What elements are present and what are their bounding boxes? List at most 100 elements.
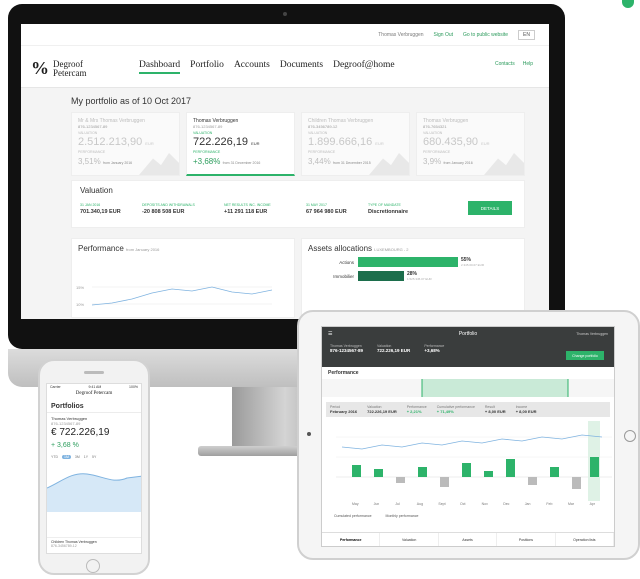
legend-cumulated: Cumulated performance [334,514,372,518]
month-bar [572,477,581,489]
tablet-menu-icon[interactable]: ☰ [328,331,332,337]
public-website-link[interactable]: Go to public website [463,32,508,38]
month-bar [418,467,427,477]
month-bar [484,471,493,477]
range-tabs: YTD 1M 3M 1Y 5Y [47,452,141,462]
phone-page-title: Portfolios [47,401,141,413]
range-tab[interactable]: 3M [75,455,80,459]
month-label: Feb [546,502,552,506]
tablet-screen: ☰ Portfolio Thomas Verbruggen Thomas Ver… [321,326,615,547]
tablet-user[interactable]: Thomas Verbruggen [576,332,608,336]
portfolio-title: My portfolio as of 10 Oct 2017 [71,96,192,106]
mobile-phone: Carrier 9:41 AM 100% Degroof Petercam Port… [38,359,150,575]
assets-title: Assets allocations [308,244,373,253]
month-label: Nov [482,502,488,506]
tab-performance[interactable]: Performance [322,533,381,546]
month-label: Mar [568,502,575,506]
month-bar [528,477,537,485]
nav-dashboard[interactable]: Dashboard [139,60,181,74]
language-select[interactable]: EN [518,29,535,40]
phone-logo: Degroof Petercam [75,391,113,396]
month-labels: May Jun Jul Aug Sept Oct Nov Dec Jan Feb Mar Apr [352,502,596,506]
nav-degroof-home[interactable]: Degroof@home [333,60,395,74]
month-bar [352,465,361,477]
month-label: Jun [374,502,380,506]
main-nav: Dashboard Portfolio Accounts Documents D… [139,60,395,74]
next-account-row[interactable]: Children Thomas Verbruggen 876-3456789-1… [47,537,141,553]
portfolio-card[interactable]: Mr & Mrs Thomas Verbruggen 876-1234567-8… [71,112,180,176]
home-button[interactable] [86,559,100,573]
tablet-device: ☰ Portfolio Thomas Verbruggen Thomas Ver… [297,310,640,560]
tab-assets[interactable]: Assets [439,533,498,546]
nav-documents[interactable]: Documents [280,60,323,74]
portfolio-cards: Mr & Mrs Thomas Verbruggen 876-1234567-8… [71,112,525,176]
phone-speaker [84,371,104,374]
month-bar [440,477,449,487]
tablet-title: Portfolio [458,331,478,337]
valuation-title: Valuation [80,186,113,195]
asset-bar [358,257,458,267]
logo-line2: Petercam [53,67,87,78]
period-selector[interactable] [322,379,615,397]
top-utility-bar: Thomas Verbruggen Sign Out Go to public … [21,24,549,46]
asset-bar [358,271,404,281]
desktop-screen: Thomas Verbruggen Sign Out Go to public … [21,24,549,319]
tablet-home-button[interactable] [624,430,636,442]
portfolio-card[interactable]: Thomas Verbruggen 876-7654321 VALUATION … [416,112,525,176]
details-button[interactable]: DETAILS [468,201,512,215]
account-name: Thomas Verbruggen [51,416,88,421]
month-label: Apr [590,502,596,506]
month-label: Jul [395,502,400,506]
month-bar [506,459,515,477]
contacts-link[interactable]: Contacts [495,61,515,67]
sign-out-link[interactable]: Sign Out [434,32,453,38]
tablet-camera [307,432,311,436]
month-label: Jan [525,502,531,506]
month-label: Dec [503,502,509,506]
performance-line [91,286,273,306]
account-performance: + 3,68 % [51,442,79,449]
brand-logo[interactable]: % Degroof Petercam [31,58,86,79]
tablet-header: ☰ Portfolio Thomas Verbruggen Thomas Ver… [322,327,614,367]
nav-portfolio[interactable]: Portfolio [190,60,224,74]
portfolio-card-selected[interactable]: Thomas Verbruggen 876-1234567-89 VALUATI… [186,112,295,176]
corner-badge [622,0,634,8]
performance-title: Performance [78,244,124,253]
month-label: May [352,502,359,506]
portfolio-card[interactable]: Children Thomas Verbruggen 876-3456789-1… [301,112,410,176]
month-bar [462,463,471,477]
tab-positions[interactable]: Positions [497,533,556,546]
valuation-panel: Valuation 31 JAN 2016 701.340,19 EUR DEPO… [71,180,525,228]
svg-text:15%: 15% [76,285,84,290]
month-bar [550,467,559,477]
range-tab[interactable]: YTD [51,455,58,459]
tablet-performance-title: Performance [328,370,359,376]
performance-chart: 15% 10% [76,285,273,307]
phone-area-chart [47,473,141,512]
month-label: Aug [417,502,423,506]
account-amount: € 722.226,19 [51,427,110,438]
logo-mark-icon: % [31,58,49,78]
asset-row: Immobilier 28% 1.525.345.07 EUR [333,271,432,281]
assets-panel: Assets allocations LUXEMBOURG - 2 Action… [301,238,525,318]
help-link[interactable]: Help [523,61,533,67]
period-stats: Period February 2016 Valuation 722.226,19 … [326,402,610,417]
dashboard-content: My portfolio as of 10 Oct 2017 Mr & Mrs … [21,88,549,319]
month-bar [396,477,405,483]
asset-row: Actions 55% 2.345.00.07 EUR [339,257,485,267]
tab-valuation[interactable]: Valuation [380,533,439,546]
legend-monthly: Monthly performance [385,514,419,518]
range-tab[interactable]: 1Y [84,455,88,459]
svg-text:10%: 10% [76,302,84,307]
main-header: % Degroof Petercam Dashboard Portfolio A… [21,46,549,88]
change-portfolio-button[interactable]: Change portfolio [566,351,604,360]
status-bar: Carrier 9:41 AM 100% [50,385,138,389]
nav-accounts[interactable]: Accounts [234,60,270,74]
month-label: Sept [438,502,445,506]
month-bar [374,469,383,477]
month-label: Oct [460,502,465,506]
range-tab[interactable]: 1M [62,455,71,459]
monthly-performance-chart: May Jun Jul Aug Sept Oct Nov Dec Jan Feb Mar Apr [336,421,612,506]
range-tab[interactable]: 5Y [92,455,96,459]
tab-operation-lists[interactable]: Operation lists [556,533,614,546]
